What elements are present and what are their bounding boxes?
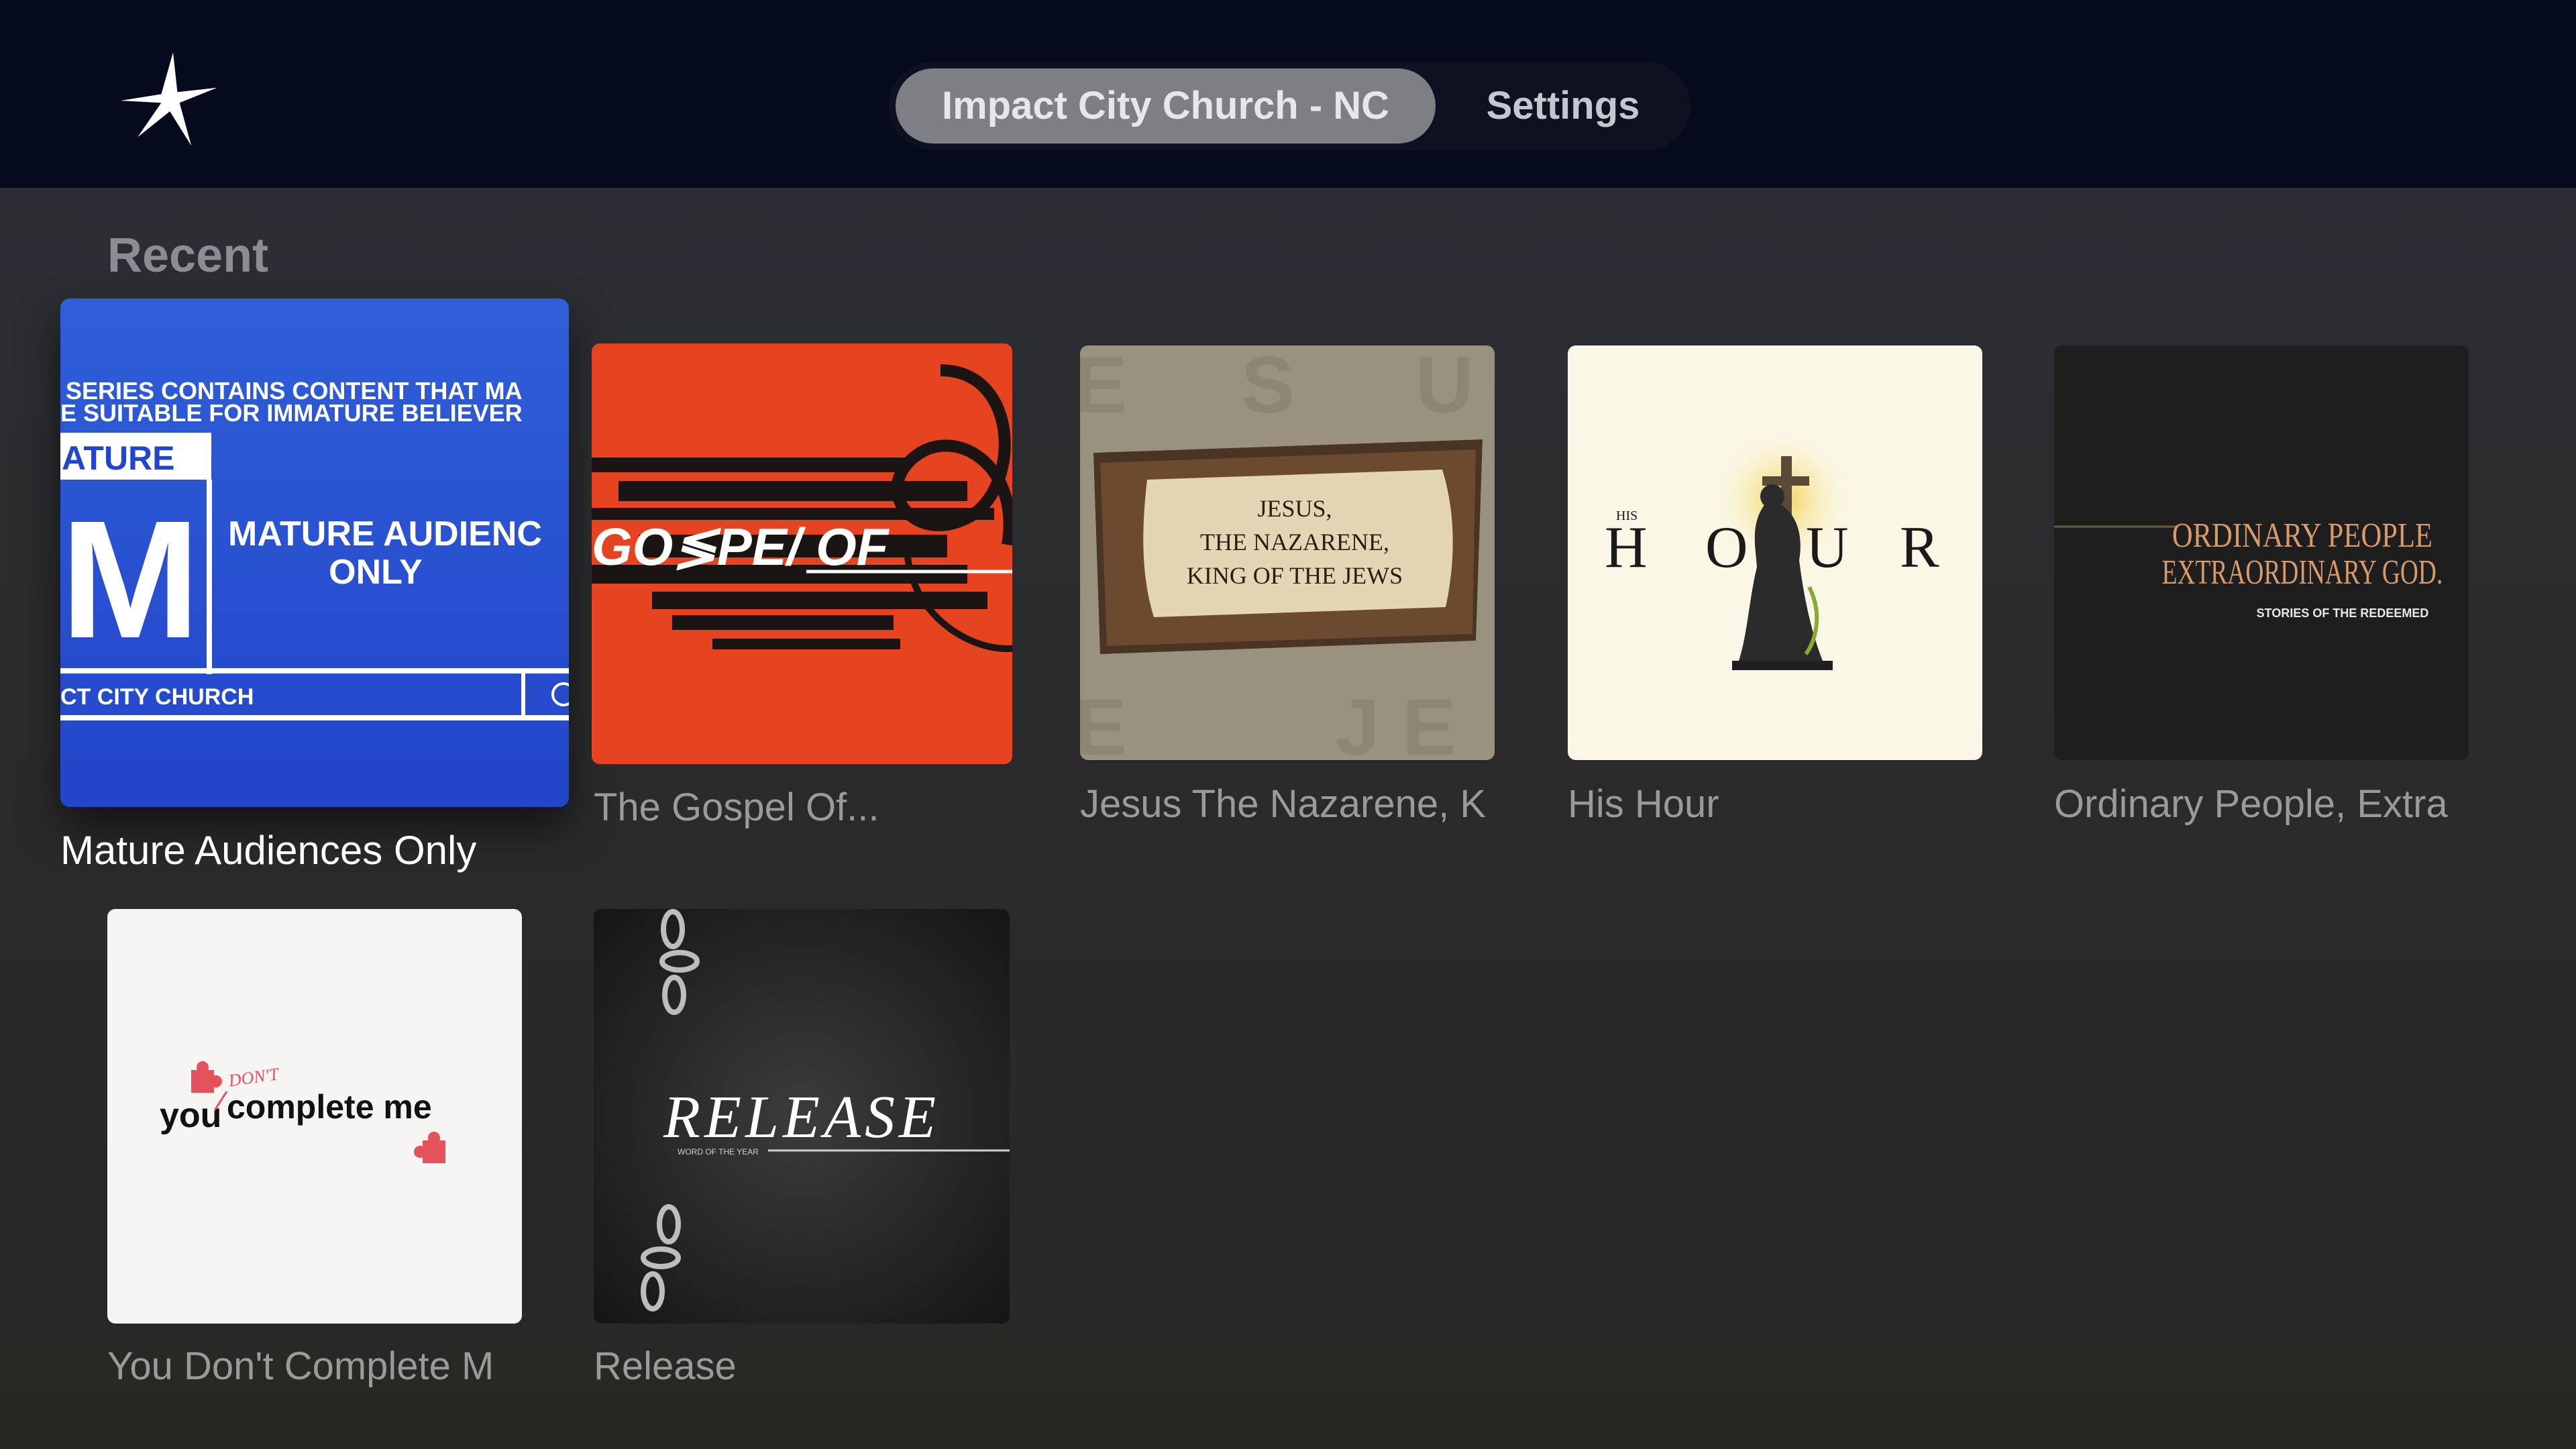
series-card-release[interactable]: RELEASE WORD OF THE YEAR: [594, 909, 1010, 1324]
tab-impact-city-church[interactable]: Impact City Church - NC: [896, 68, 1436, 144]
svg-text:EXTRAORDINARY GOD.: EXTRAORDINARY GOD.: [2162, 553, 2443, 591]
svg-text:U: U: [1806, 515, 1849, 580]
series-card-jesus-the-nazarene[interactable]: E S U E J E JESUS, THE NAZARENE, KING OF TH…: [1080, 345, 1495, 760]
svg-text:E SUITABLE FOR IMMATURE BELIEV: E SUITABLE FOR IMMATURE BELIEVER: [60, 399, 523, 427]
svg-text:H: H: [1605, 515, 1648, 580]
you-dont-complete-me-artwork: you complete me DON'T: [107, 909, 522, 1324]
svg-text:GO≶PE/ OF: GO≶PE/ OF: [592, 517, 890, 576]
svg-text:KING OF THE JEWS: KING OF THE JEWS: [1187, 562, 1403, 589]
svg-text:WORD OF THE YEAR: WORD OF THE YEAR: [678, 1147, 759, 1157]
series-card-you-dont-complete-me[interactable]: you complete me DON'T: [107, 909, 522, 1324]
mature-audiences-artwork: SERIES CONTAINS CONTENT THAT MA E SUITAB…: [60, 299, 569, 807]
series-title: His Hour: [1568, 782, 1719, 826]
ordinary-people-artwork: ORDINARY PEOPLE EXTRAORDINARY GOD. STORI…: [2054, 345, 2469, 760]
top-bar: Impact City Church - NC Settings: [0, 0, 2576, 188]
series-card-gospel-of[interactable]: GO≶PE/ OF: [592, 343, 1012, 764]
release-artwork: RELEASE WORD OF THE YEAR: [594, 909, 1010, 1324]
tab-settings[interactable]: Settings: [1436, 68, 1690, 144]
section-title: Recent: [107, 229, 269, 282]
series-card-his-hour[interactable]: HIS H O U R: [1568, 345, 1982, 760]
series-title: You Don't Complete M: [107, 1344, 494, 1388]
his-hour-artwork: HIS H O U R: [1568, 345, 1982, 760]
svg-text:MATURE AUDIENC: MATURE AUDIENC: [228, 515, 542, 553]
series-title: Release: [594, 1344, 737, 1388]
series-card-mature-audiences[interactable]: SERIES CONTAINS CONTENT THAT MA E SUITAB…: [60, 299, 569, 807]
svg-text:M: M: [60, 486, 200, 673]
svg-text:E: E: [1080, 345, 1127, 430]
svg-text:J E: J E: [1335, 682, 1456, 760]
series-title: Ordinary People, Extra: [2054, 782, 2448, 826]
svg-text:R: R: [1900, 515, 1939, 580]
star-icon: [114, 47, 221, 154]
svg-text:THE NAZARENE,: THE NAZARENE,: [1200, 529, 1389, 555]
jesus-nazarene-artwork: E S U E J E JESUS, THE NAZARENE, KING OF TH…: [1080, 345, 1495, 760]
series-title: The Gospel Of...: [594, 786, 879, 829]
gospel-of-artwork: GO≶PE/ OF: [592, 343, 1012, 764]
svg-text:O: O: [1705, 515, 1748, 580]
svg-text:STORIES OF THE REDEEMED: STORIES OF THE REDEEMED: [2257, 606, 2429, 620]
svg-text:RELEASE: RELEASE: [663, 1084, 940, 1150]
series-title: Mature Audiences Only: [60, 828, 477, 873]
svg-text:you: you: [160, 1096, 221, 1135]
svg-text:ATURE: ATURE: [62, 439, 175, 477]
svg-text:E: E: [1080, 682, 1127, 760]
series-card-ordinary-people[interactable]: ORDINARY PEOPLE EXTRAORDINARY GOD. STORI…: [2054, 345, 2469, 760]
svg-text:S: S: [1241, 345, 1295, 430]
svg-text:complete me: complete me: [227, 1088, 432, 1126]
tab-bar: Impact City Church - NC Settings: [889, 62, 1690, 150]
svg-text:U: U: [1415, 345, 1474, 430]
series-title: Jesus The Nazarene, K: [1080, 782, 1487, 826]
svg-text:ORDINARY PEOPLE: ORDINARY PEOPLE: [2172, 517, 2432, 555]
svg-text:ONLY: ONLY: [329, 553, 423, 592]
svg-text:CT CITY CHURCH: CT CITY CHURCH: [60, 684, 254, 710]
svg-text:JESUS,: JESUS,: [1257, 495, 1332, 522]
